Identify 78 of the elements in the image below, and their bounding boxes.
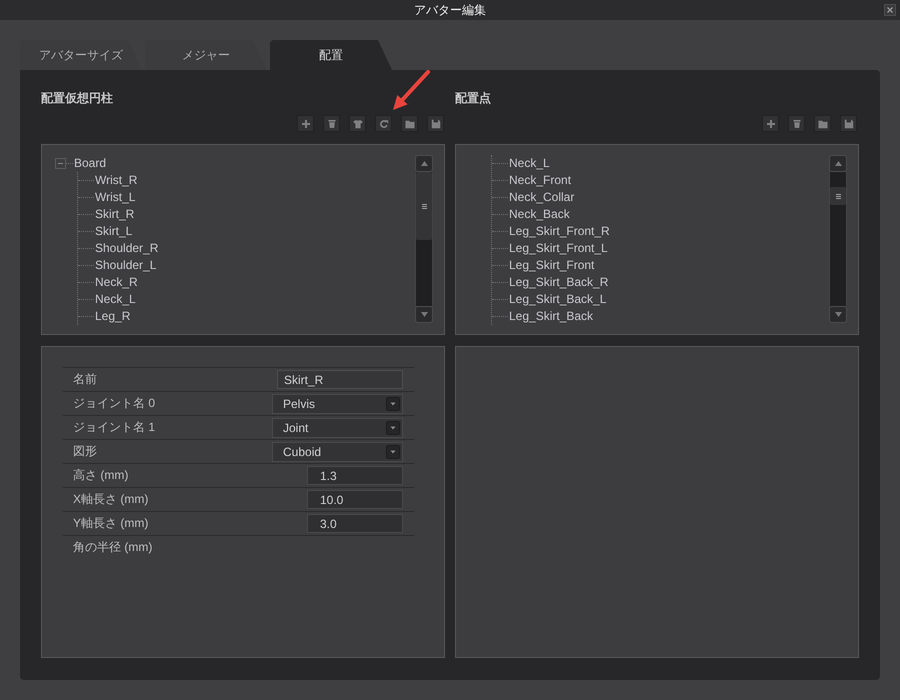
tree-item[interactable]: Skirt_L <box>94 223 134 240</box>
property-label: 角の半径 (mm) <box>73 539 154 556</box>
tree-item[interactable]: Neck_R <box>94 274 139 291</box>
tab[interactable]: 配置 <box>270 40 392 70</box>
property-label: 図形 <box>73 443 98 460</box>
property-label: 名前 <box>73 371 98 388</box>
toolbar-button[interactable] <box>427 115 444 132</box>
number-field[interactable]: 1.3 <box>307 466 403 485</box>
tree-item[interactable]: Board <box>73 155 108 172</box>
dropdown[interactable]: Pelvis <box>272 394 403 414</box>
tree-item[interactable]: Wrist_L <box>94 189 136 206</box>
bin-icon <box>326 118 336 128</box>
tree-item[interactable]: Leg_Skirt_Front_R <box>508 223 611 240</box>
tree-item[interactable]: Skirt_R <box>94 206 136 223</box>
tree-item[interactable]: Shoulder_L <box>94 257 158 274</box>
caret-icon[interactable] <box>386 396 400 410</box>
toolbar-button[interactable] <box>297 115 314 132</box>
folder-icon <box>404 118 414 128</box>
scroll-down-button[interactable] <box>415 306 433 323</box>
tree-item[interactable]: Leg_Skirt_Front <box>508 257 596 274</box>
close-icon <box>887 7 893 13</box>
tree-item[interactable]: Neck_Collar <box>508 189 576 206</box>
dropdown[interactable]: Joint <box>272 418 403 438</box>
scroll-up-button[interactable] <box>829 155 847 172</box>
scrollbar-thumb[interactable] <box>416 172 432 240</box>
tree-item[interactable]: Neck_L <box>508 155 551 172</box>
tree-item[interactable]: Leg_Skirt_Front_L <box>508 240 609 257</box>
toolbar-button[interactable] <box>323 115 340 132</box>
tab[interactable]: アバターサイズ <box>20 40 142 70</box>
tree-item[interactable]: Leg_Skirt_Back_L <box>508 291 608 308</box>
tree-item[interactable]: Neck_L <box>94 291 137 308</box>
property-label: ジョイント名 1 <box>73 419 156 436</box>
bin-icon <box>792 118 802 128</box>
toolbar-button[interactable] <box>349 115 366 132</box>
tree-item[interactable]: Leg_Skirt_Back <box>508 308 594 325</box>
tree-item[interactable]: Neck_Back <box>508 206 571 223</box>
toolbar-button[interactable] <box>762 115 779 132</box>
down-triangle-icon <box>420 312 428 317</box>
dropdown[interactable]: Cuboid <box>272 442 403 462</box>
close-button[interactable] <box>884 4 896 16</box>
number-field[interactable]: 3.0 <box>307 514 403 533</box>
number-field[interactable]: 10.0 <box>307 490 403 509</box>
property-label: ジョイント名 0 <box>73 395 156 412</box>
window-title: アバター編集 <box>414 2 486 19</box>
section-title: 配置点 <box>455 90 491 106</box>
toolbar-button[interactable] <box>814 115 831 132</box>
scroll-down-button[interactable] <box>829 306 847 323</box>
section-title: 配置仮想円柱 <box>41 90 113 106</box>
caret-icon[interactable] <box>386 444 400 458</box>
up-triangle-icon <box>420 161 428 166</box>
grip-icon <box>422 204 426 208</box>
text-field[interactable]: Skirt_R <box>277 370 403 389</box>
toolbar-button[interactable] <box>788 115 805 132</box>
tab[interactable]: メジャー <box>145 40 267 70</box>
annotation-arrow <box>393 70 430 110</box>
up-triangle-icon <box>834 161 842 166</box>
toolbar-button[interactable] <box>401 115 418 132</box>
scrollbar-thumb[interactable] <box>830 187 846 205</box>
shirt-icon <box>352 118 362 128</box>
minus-box-icon[interactable] <box>55 158 66 169</box>
tree-item[interactable]: Leg_Skirt_Back_R <box>508 274 610 291</box>
tree-item[interactable]: Leg_R <box>94 308 132 325</box>
property-label: 高さ (mm) <box>73 467 130 484</box>
toolbar-button[interactable] <box>840 115 857 132</box>
property-label: Y軸長さ (mm) <box>73 515 150 532</box>
toolbar-button[interactable] <box>375 115 392 132</box>
refresh-icon <box>378 118 388 128</box>
property-label: X軸長さ (mm) <box>73 491 150 508</box>
tree-item[interactable]: Neck_Front <box>508 172 572 189</box>
down-triangle-icon <box>834 312 842 317</box>
grip-icon <box>836 194 840 198</box>
caret-icon[interactable] <box>386 420 400 434</box>
tree-item[interactable]: Wrist_R <box>94 172 138 189</box>
tree-item[interactable]: Shoulder_R <box>94 240 160 257</box>
folder-icon <box>818 118 828 128</box>
plus-icon <box>300 118 310 128</box>
plus-icon <box>766 118 776 128</box>
scroll-up-button[interactable] <box>415 155 433 172</box>
